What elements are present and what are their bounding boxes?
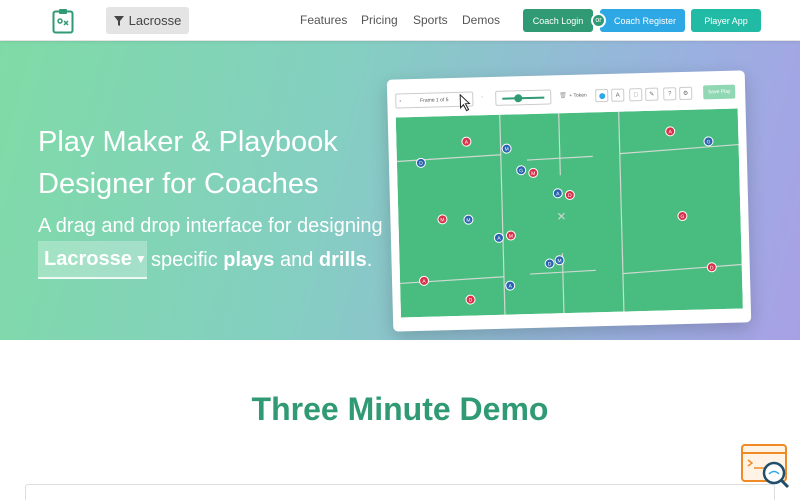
player-token[interactable]: D — [706, 262, 717, 273]
nav-link-features[interactable]: Features — [300, 13, 347, 27]
frame-label: Frame 1 of 5 — [420, 96, 449, 104]
or-badge: or — [591, 13, 606, 28]
player-token[interactable]: M — [528, 167, 539, 178]
sport-select-value: Lacrosse — [44, 247, 132, 270]
caret-down-icon: ▼ — [134, 252, 147, 266]
coach-login-button[interactable]: Coach Login — [523, 9, 593, 32]
player-token[interactable]: G — [703, 136, 714, 147]
color-dot-icon[interactable] — [595, 88, 609, 103]
player-token[interactable]: D — [544, 258, 555, 269]
chevron-right-icon[interactable]: › — [481, 94, 483, 100]
player-token-label: G — [706, 139, 710, 145]
field-surface — [395, 108, 743, 318]
player-token[interactable]: A — [461, 136, 472, 147]
slider-track — [502, 96, 545, 100]
player-token-label: D — [419, 161, 423, 167]
player-token[interactable]: A — [419, 275, 430, 286]
player-token-label: M — [531, 171, 535, 177]
player-token[interactable]: D — [465, 294, 476, 305]
tagline-period: . — [366, 249, 373, 271]
filter-icon — [113, 15, 124, 26]
tagline-drills: drills — [318, 249, 367, 271]
player-token[interactable]: A — [505, 280, 516, 291]
lacrosse-field: ADMG MA DAGMMA MDMAADGD — [395, 108, 743, 318]
player-token[interactable]: A — [493, 232, 504, 243]
trash-icon[interactable]: 🗑 — [559, 92, 567, 99]
tagline-plays: plays — [223, 249, 275, 271]
top-navbar: Lacrosse Features Pricing Sports Demos C… — [0, 0, 800, 41]
player-token-label: G — [519, 168, 523, 174]
sport-select-dropdown[interactable]: Lacrosse ▼ — [38, 241, 147, 279]
player-token-label: M — [509, 233, 513, 239]
player-token[interactable]: M — [554, 255, 565, 266]
player-token[interactable]: G — [516, 165, 527, 176]
pencil-icon[interactable]: ✎ — [645, 87, 659, 101]
player-token-label: D — [469, 298, 473, 304]
player-token-label: M — [440, 217, 444, 223]
demo-video-frame[interactable] — [25, 484, 775, 500]
tagline-and: and — [279, 249, 314, 271]
cursor-arrow-icon — [459, 93, 471, 112]
tagline-text: specific — [151, 249, 218, 271]
player-token[interactable]: D — [415, 157, 426, 168]
app-toolbar: ‹ Frame 1 of 5 › 🗑 + Token A □ ✎ ? ⚙ Sav… — [395, 83, 736, 112]
player-token-label: M — [466, 218, 470, 224]
player-token[interactable]: M — [501, 143, 512, 154]
player-token[interactable]: D — [564, 189, 575, 200]
chevron-left-icon[interactable]: ‹ — [399, 98, 401, 104]
player-app-button[interactable]: Player App — [691, 9, 761, 32]
slider-knob[interactable] — [514, 94, 523, 103]
hero-title: Play Maker & Playbook Designer for Coach… — [38, 126, 338, 200]
nav-link-demos[interactable]: Demos — [462, 13, 500, 27]
hero-subtitle: A drag and drop interface for designing — [38, 215, 383, 237]
nav-link-sports[interactable]: Sports — [413, 13, 448, 27]
section-title: Three Minute Demo — [251, 391, 549, 427]
hero-tagline: specific plays and drills. — [151, 249, 372, 272]
coach-register-button[interactable]: Coach Register — [600, 9, 685, 32]
add-token-button[interactable]: + Token — [569, 92, 587, 98]
player-token[interactable]: G — [677, 211, 688, 222]
player-token[interactable]: A — [665, 126, 676, 137]
player-token-label: D — [568, 193, 572, 199]
code-search-icon[interactable] — [740, 443, 792, 493]
player-token[interactable]: M — [437, 214, 448, 225]
player-token-label: G — [680, 214, 684, 220]
save-play-button[interactable]: Save Play — [703, 84, 736, 100]
player-token-label: D — [710, 265, 714, 271]
speed-slider[interactable] — [495, 89, 552, 106]
player-token-label: D — [548, 261, 552, 267]
player-token[interactable]: A — [552, 188, 563, 199]
settings-icon[interactable]: ⚙ — [679, 86, 693, 101]
nav-link-pricing[interactable]: Pricing — [361, 13, 398, 27]
sport-filter-button[interactable]: Lacrosse — [106, 7, 189, 34]
player-token-label: M — [557, 258, 561, 264]
hero-section: Play Maker & Playbook Designer for Coach… — [0, 41, 800, 340]
player-token[interactable]: M — [505, 230, 516, 241]
shapes-tool-icon[interactable]: □ — [629, 88, 643, 102]
player-token[interactable]: M — [463, 214, 474, 225]
player-token-label: M — [504, 147, 508, 153]
text-tool-icon[interactable]: A — [611, 88, 625, 102]
app-preview-card: ‹ Frame 1 of 5 › 🗑 + Token A □ ✎ ? ⚙ Sav… — [386, 70, 752, 332]
clipboard-playbook-icon[interactable] — [52, 8, 74, 34]
help-icon[interactable]: ? — [663, 87, 677, 101]
sport-filter-label: Lacrosse — [128, 13, 182, 28]
